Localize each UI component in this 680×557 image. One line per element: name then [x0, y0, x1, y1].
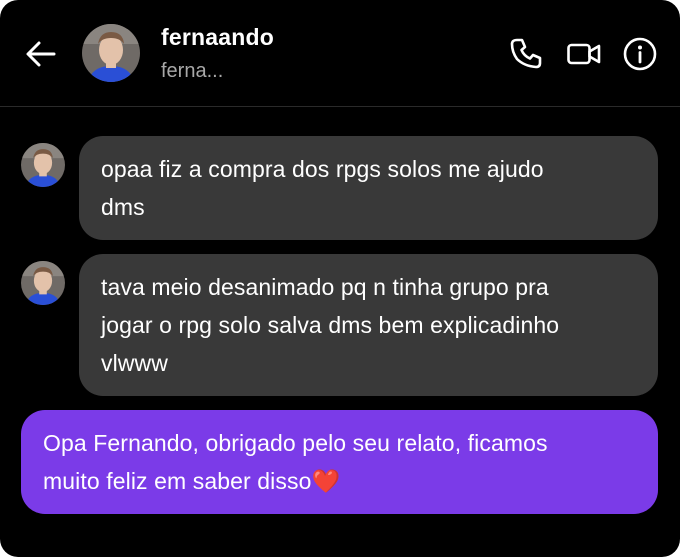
avatar-photo — [21, 143, 65, 187]
back-button[interactable] — [22, 35, 60, 73]
sender-avatar[interactable] — [21, 143, 65, 187]
message-text-line: vlwww — [101, 350, 168, 376]
call-button[interactable] — [508, 36, 544, 72]
message-text-line: dms — [101, 194, 145, 220]
message-text-line: tava meio desanimado pq n tinha grupo pr… — [101, 274, 549, 300]
contact-avatar[interactable] — [82, 24, 140, 82]
message-text-line: opaa fiz a compra dos rpgs solos me ajud… — [101, 156, 544, 182]
dm-window: fernaando ferna... opaa fiz a compra dos… — [0, 0, 680, 557]
message-bubble-outgoing[interactable]: Opa Fernando, obrigado pelo seu relato, … — [21, 410, 658, 514]
arrow-left-icon — [26, 41, 56, 67]
info-button[interactable] — [622, 36, 658, 72]
chat-header: fernaando ferna... — [0, 0, 680, 107]
contact-username: ferna... — [161, 60, 224, 82]
video-call-button[interactable] — [566, 36, 602, 72]
info-icon — [623, 37, 657, 71]
avatar-photo — [82, 24, 140, 82]
video-camera-icon — [567, 43, 601, 65]
avatar-photo — [21, 261, 65, 305]
phone-icon — [510, 38, 542, 69]
message-text-line: jogar o rpg solo salva dms bem explicadi… — [101, 312, 560, 338]
contact-name[interactable]: fernaando — [161, 24, 274, 51]
message-text-line: muito feliz em saber disso❤️ — [43, 468, 341, 494]
message-bubble-incoming[interactable]: opaa fiz a compra dos rpgs solos me ajud… — [79, 136, 658, 240]
message-text-line: Opa Fernando, obrigado pelo seu relato, … — [43, 430, 548, 456]
sender-avatar[interactable] — [21, 261, 65, 305]
message-bubble-incoming[interactable]: tava meio desanimado pq n tinha grupo pr… — [79, 254, 658, 396]
